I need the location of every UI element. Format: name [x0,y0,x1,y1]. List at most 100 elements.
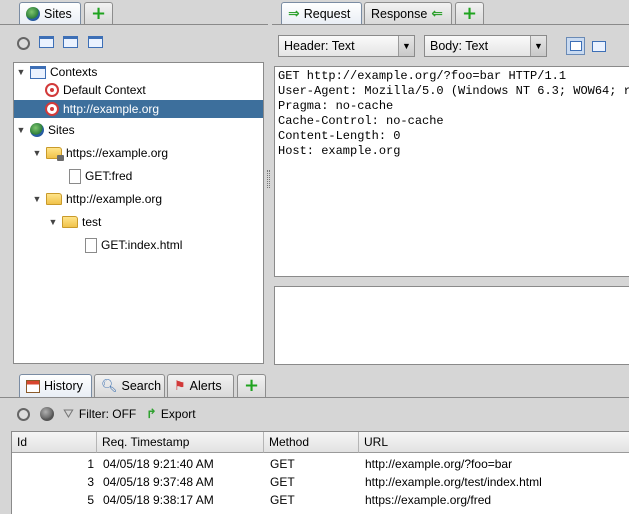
export-context-button[interactable] [87,34,103,50]
expand-icon[interactable]: ▼ [48,217,58,227]
filter-label: Filter: OFF [78,407,137,421]
column-header-method[interactable]: Method [264,432,359,453]
tree-node-label: http://example.org [63,102,160,116]
funnel-icon: ⛛ [63,406,74,422]
tab-sites[interactable]: Sites [19,2,81,24]
request-body-area[interactable] [274,286,629,365]
export-button[interactable]: ↱ Export [146,405,196,423]
tab-divider [0,24,268,25]
layout-icon [569,41,582,51]
tree-node-https-site[interactable]: ▼ https://example.org [32,144,168,162]
tree-node-label: GET:index.html [101,238,183,252]
export-context-icon [87,36,103,48]
import-context-icon [62,36,78,48]
body-view-select[interactable]: Body: Text ▼ [424,35,547,57]
tab-response[interactable]: Response ⇐ [364,2,452,24]
request-line: Content-Length: 0 [278,129,401,143]
export-label: Export [160,407,196,421]
table-cell: 04/05/18 9:37:48 AM [103,475,214,489]
table-cell: GET [270,457,295,471]
header-label: Req. Timestamp [102,435,190,449]
header-label: Id [17,435,28,449]
add-tab-button-right[interactable]: + [455,2,484,24]
header-label: Method [269,435,310,449]
tab-divider [0,397,629,398]
document-icon [85,237,97,253]
arrow-right-icon: ⇒ [288,5,300,22]
tree-node-label: test [82,215,102,229]
add-icon: + [243,375,260,396]
tree-node-context-selected[interactable]: http://example.org [14,100,263,118]
lock-icon [57,155,64,161]
history-scope-button[interactable] [15,406,31,422]
filter-button[interactable]: ⛛ Filter: OFF [63,405,136,423]
new-context-icon [38,36,54,48]
expand-icon[interactable]: ▼ [32,194,42,204]
tree-node-http-site[interactable]: ▼ http://example.org [32,190,163,208]
request-header-area[interactable]: GET http://example.org/?foo=bar HTTP/1.1… [274,66,629,277]
table-cell: http://example.org/test/index.html [365,475,542,489]
magnifier-icon: 🔍︎ [101,378,118,394]
folder-icon [46,193,62,205]
calendar-icon [26,379,40,393]
tree-node-http-index[interactable]: GET:index.html [85,236,182,254]
flag-icon: ⚑ [174,378,186,394]
globe-icon [40,407,54,421]
split-vertical-button[interactable] [566,37,585,55]
table-cell: GET [270,475,295,489]
request-line: GET http://example.org/?foo=bar HTTP/1.1 [278,69,567,83]
tree-node-contexts[interactable]: ▼ Contexts [16,63,98,81]
expand-icon[interactable]: ▼ [16,125,26,135]
export-icon: ↱ [146,406,157,422]
body-select-value: Body: Text [430,39,489,53]
target-scope-button[interactable] [15,35,31,51]
tree-node-default-context[interactable]: Default Context [45,81,146,99]
table-cell: 1 [87,457,94,471]
request-header-text: GET http://example.org/?foo=bar HTTP/1.1… [278,69,629,159]
scope-icon [16,36,30,50]
table-cell: 04/05/18 9:21:40 AM [103,457,214,471]
request-line: User-Agent: Mozilla/5.0 (Windows NT 6.3;… [278,84,629,98]
folder-icon [46,147,64,161]
tree-node-label: GET:fred [85,169,133,183]
tree-node-https-fred[interactable]: GET:fred [69,167,132,185]
chevron-down-icon: ▼ [398,36,414,56]
header-view-select[interactable]: Header: Text ▼ [278,35,415,57]
tab-divider [272,24,629,25]
request-line: Pragma: no-cache [278,99,394,113]
tab-request[interactable]: ⇒ Request [281,2,362,24]
header-label: URL [364,435,389,449]
split-horizontal-button[interactable] [591,38,607,54]
globe-icon [30,123,44,137]
import-context-button[interactable] [62,34,78,50]
add-tab-button-bottom[interactable]: + [237,374,266,397]
globe-icon [26,6,40,21]
add-tab-button[interactable]: + [84,2,113,24]
add-icon: + [90,2,107,24]
target-icon [45,102,59,116]
column-header-timestamp[interactable]: Req. Timestamp [97,432,264,453]
header-select-value: Header: Text [284,39,355,53]
chevron-down-icon: ▼ [530,36,546,56]
table-cell: 04/05/18 9:38:17 AM [103,493,214,507]
expand-icon[interactable]: ▼ [16,67,26,77]
expand-icon[interactable]: ▼ [32,148,42,158]
tab-alerts[interactable]: ⚑ Alerts [167,374,234,397]
target-icon [45,83,59,97]
tree-node-sites[interactable]: ▼ Sites [16,121,75,139]
scope-icon [16,407,30,421]
new-context-button[interactable] [38,34,54,50]
document-icon [69,168,81,184]
column-header-url[interactable]: URL [359,432,629,453]
add-icon: + [461,2,478,24]
history-sites-button[interactable] [39,406,55,422]
table-cell: 5 [87,493,94,507]
column-header-id[interactable]: Id [12,432,97,453]
table-cell: 3 [87,475,94,489]
tab-search[interactable]: 🔍︎ Search [94,374,165,397]
tab-alerts-label: Alerts [189,379,222,393]
tree-node-test-folder[interactable]: ▼ test [48,213,102,231]
tab-request-label: Request [303,6,351,21]
splitter-handle[interactable] [267,170,270,188]
tab-history[interactable]: History [19,374,92,397]
